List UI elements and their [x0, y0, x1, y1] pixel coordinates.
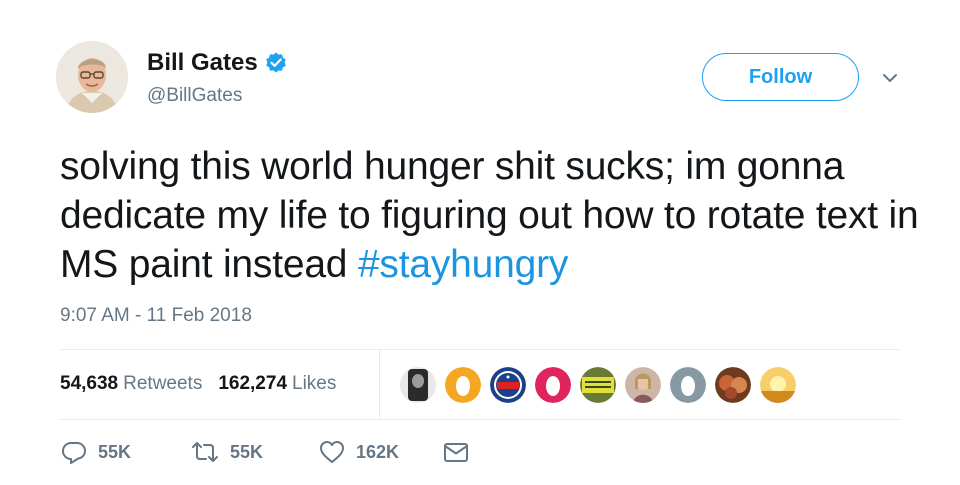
profile-photo — [56, 41, 128, 113]
likes-label: Likes — [292, 373, 337, 394]
divider — [60, 349, 900, 350]
liker-avatar-6[interactable] — [625, 367, 661, 403]
reply-count: 55K — [98, 442, 132, 462]
verified-badge-icon — [264, 51, 288, 75]
tweet-actions: 55K 55K 162K — [60, 438, 470, 466]
liker-avatar-5[interactable] — [580, 367, 616, 403]
stats-separator — [379, 350, 380, 419]
heart-icon — [318, 438, 346, 466]
liker-avatar-9[interactable] — [760, 367, 796, 403]
tweet-stats: 54,638 Retweets 162,274 Likes — [60, 372, 336, 396]
follow-button[interactable]: Follow — [702, 53, 859, 101]
avatar[interactable] — [56, 41, 128, 113]
retweet-count: 55K — [230, 442, 264, 462]
tweet-timestamp[interactable]: 9:07 AM - 11 Feb 2018 — [60, 304, 252, 328]
likes-stat[interactable]: 162,274 Likes — [218, 372, 336, 396]
retweets-stat[interactable]: 54,638 Retweets — [60, 372, 202, 396]
author-name-row[interactable]: Bill Gates — [147, 48, 288, 78]
retweets-label: Retweets — [123, 373, 203, 394]
likes-count: 162,274 — [218, 373, 288, 394]
hashtag-link[interactable]: #stayhungry — [358, 243, 568, 286]
liker-avatar-2[interactable] — [445, 367, 481, 403]
tweet-text: solving this world hunger shit sucks; im… — [60, 142, 920, 289]
display-name[interactable]: Bill Gates — [147, 48, 258, 78]
envelope-icon — [442, 438, 470, 466]
like-count: 162K — [356, 442, 400, 462]
liker-avatar-1[interactable] — [400, 367, 436, 403]
chevron-down-icon[interactable] — [880, 68, 900, 88]
retweets-count: 54,638 — [60, 373, 119, 394]
author-handle[interactable]: @BillGates — [147, 84, 242, 108]
liker-avatar-7[interactable] — [670, 367, 706, 403]
liker-avatar-3[interactable] — [490, 367, 526, 403]
liker-avatar-4[interactable] — [535, 367, 571, 403]
liker-avatar-8[interactable] — [715, 367, 751, 403]
divider — [60, 419, 900, 420]
retweet-button[interactable]: 55K — [190, 438, 318, 466]
like-button[interactable]: 162K — [318, 438, 442, 466]
reply-button[interactable]: 55K — [60, 438, 190, 466]
reply-icon — [60, 438, 88, 466]
direct-message-button[interactable] — [442, 438, 470, 466]
retweet-icon — [190, 438, 220, 466]
liker-avatars — [400, 367, 805, 403]
